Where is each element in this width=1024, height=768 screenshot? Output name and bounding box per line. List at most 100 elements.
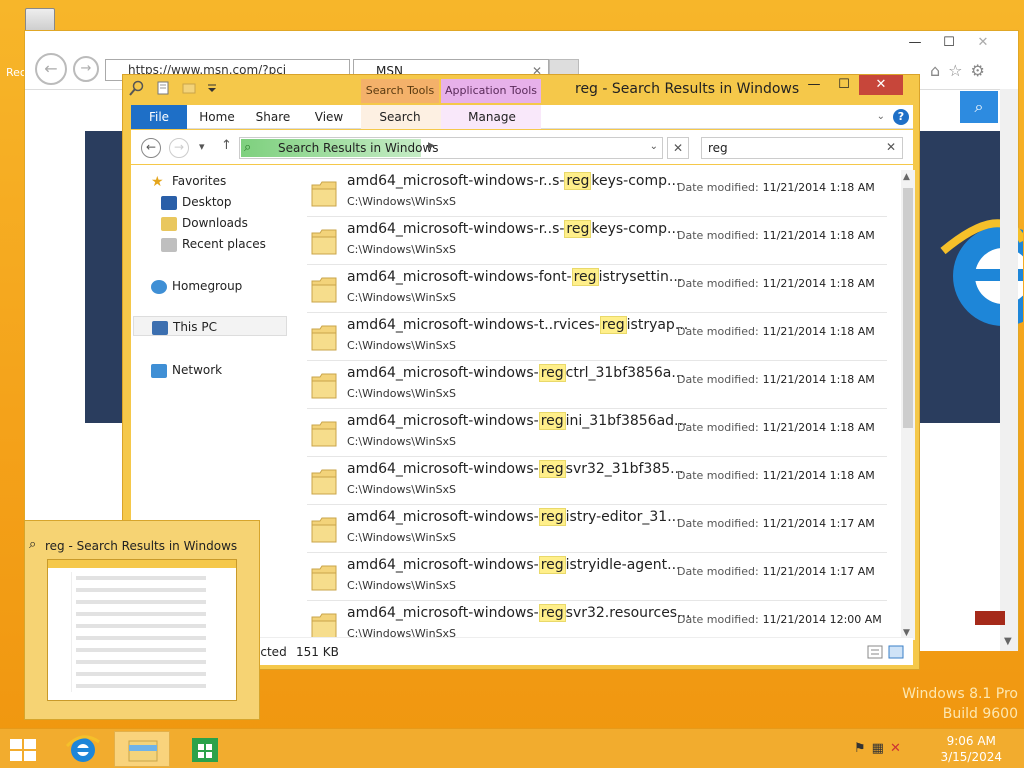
volume-muted-icon[interactable]: ✕ [890, 741, 907, 756]
result-row[interactable]: amd64_microsoft-windows-reg svr32_31bf385… [307, 457, 887, 505]
result-name-match: reg [538, 460, 566, 478]
start-button[interactable] [10, 739, 38, 761]
search-box[interactable]: reg ✕ [701, 137, 903, 159]
explorer-maximize-button[interactable]: ☐ [829, 75, 859, 95]
results-scrollbar[interactable]: ▲ ▼ [901, 170, 915, 640]
system-tray[interactable]: ⚑▦✕ [854, 741, 934, 757]
taskbar-store[interactable] [176, 731, 232, 767]
desktop-icon [161, 195, 177, 210]
result-name: amd64_microsoft-windows-reg ctrl_31bf3856… [347, 364, 685, 382]
thumbnail-line [76, 684, 206, 688]
result-row[interactable]: amd64_microsoft-windows-font-reg istryset… [307, 265, 887, 313]
forward-button[interactable]: → [169, 138, 189, 158]
result-path: C:\Windows\WinSxS [347, 483, 457, 496]
taskbar: ⚑▦✕ 9:06 AM 3/15/2024 [0, 728, 1024, 768]
scrollbar-thumb[interactable] [903, 188, 913, 428]
result-name-suffix: svr32_31bf385... [565, 461, 684, 477]
result-name-match: reg [564, 172, 592, 190]
result-row[interactable]: amd64_microsoft-windows-reg istryidle-age… [307, 553, 887, 601]
ie-page-search-button[interactable]: ⌕ [960, 91, 998, 123]
ie-scrollbar[interactable]: ▼ [1000, 89, 1018, 651]
ie-scroll-down-icon[interactable]: ▼ [1004, 636, 1012, 647]
network-tray-icon[interactable]: ▦ [872, 741, 890, 756]
ie-close-button[interactable]: ✕ [966, 35, 1000, 50]
window-title: reg - Search Results in Windows [575, 81, 800, 97]
network-icon [151, 363, 167, 378]
ie-forward-button[interactable]: → [73, 56, 99, 82]
result-date: Date modified: 11/21/2014 1:18 AM [677, 277, 875, 290]
internet-explorer-icon [65, 735, 100, 762]
nav-homegroup[interactable]: Homegroup [151, 276, 242, 296]
ie-back-button[interactable]: ← [35, 53, 67, 85]
result-path: C:\Windows\WinSxS [347, 339, 457, 352]
result-row[interactable]: amd64_microsoft-windows-r..s-reg keys-com… [307, 169, 887, 217]
back-button[interactable]: ← [141, 138, 161, 158]
result-name-prefix: amd64_microsoft-windows-r..s- [347, 221, 565, 237]
result-name-match: reg [538, 508, 566, 526]
ie-minimize-button[interactable]: — [898, 35, 932, 50]
watermark-build: Build 9600 [942, 706, 1018, 722]
result-name-prefix: amd64_microsoft-windows-font- [347, 269, 572, 285]
status-size: 151 KB [296, 645, 339, 659]
folder-icon [311, 467, 337, 497]
explorer-minimize-button[interactable]: — [799, 75, 829, 95]
up-button[interactable]: ↑ [221, 138, 232, 153]
ie-maximize-button[interactable]: ☐ [932, 35, 966, 50]
thumbnail-line [76, 612, 206, 616]
recent-locations-chevron-icon[interactable]: ▾ [199, 140, 205, 153]
clock-date: 3/15/2024 [940, 750, 1002, 764]
thumbnail-title-strip [48, 560, 236, 568]
result-row[interactable]: amd64_microsoft-windows-r..s-reg keys-com… [307, 217, 887, 265]
result-name-prefix: amd64_microsoft-windows- [347, 461, 539, 477]
tab-share[interactable]: Share [247, 105, 299, 129]
nav-favorites[interactable]: ★ Favorites [151, 171, 226, 191]
tab-file[interactable]: File [131, 105, 187, 129]
result-row[interactable]: amd64_microsoft-windows-reg ini_31bf3856a… [307, 409, 887, 457]
tab-search[interactable]: Search [365, 105, 435, 129]
taskbar-file-explorer[interactable] [114, 731, 170, 767]
taskbar-internet-explorer[interactable] [54, 731, 110, 767]
ribbon-expand-chevron-icon[interactable]: ⌄ [877, 105, 885, 129]
new-folder-icon[interactable] [181, 80, 197, 96]
nav-network[interactable]: Network [151, 360, 222, 380]
result-date: Date modified: 11/21/2014 1:17 AM [677, 565, 875, 578]
result-date-label: Date modified: [677, 229, 759, 242]
result-name-suffix: istryidle-agent... [565, 557, 681, 573]
result-date-value: 11/21/2014 12:00 AM [762, 613, 882, 626]
nav-recent-places[interactable]: Recent places [161, 234, 266, 254]
scroll-up-icon[interactable]: ▲ [903, 172, 910, 182]
explorer-title-bar[interactable]: Search Tools Application Tools reg - Sea… [123, 75, 919, 103]
result-name: amd64_microsoft-windows-reg ini_31bf3856a… [347, 412, 687, 430]
result-row[interactable]: amd64_microsoft-windows-t..rvices-reg ist… [307, 313, 887, 361]
ie-home-favorites-tools-icons[interactable]: ⌂☆⚙ [930, 61, 1010, 83]
result-row[interactable]: amd64_microsoft-windows-reg istry-editor_… [307, 505, 887, 553]
clock[interactable]: 9:06 AM 3/15/2024 [940, 733, 1002, 765]
recycle-bin-label: Rec [6, 66, 26, 79]
address-bar[interactable]: ⌕ Search Results in Windows ▶ ⌄ [239, 137, 663, 159]
action-center-flag-icon[interactable]: ⚑ [854, 741, 872, 756]
nav-desktop[interactable]: Desktop [161, 192, 232, 212]
taskbar-thumbnail[interactable]: ⌕ reg - Search Results in Windows [24, 520, 260, 720]
result-row[interactable]: amd64_microsoft-windows-reg ctrl_31bf3856… [307, 361, 887, 409]
help-icon[interactable]: ? [893, 109, 909, 125]
clear-search-icon[interactable]: ✕ [886, 140, 896, 154]
tab-manage[interactable]: Manage [457, 105, 527, 129]
explorer-close-button[interactable]: ✕ [859, 75, 903, 95]
nav-this-pc[interactable]: This PC [133, 316, 287, 336]
thumbnail-line [76, 648, 206, 652]
view-toggle-icons[interactable] [867, 644, 907, 660]
result-name-match: reg [538, 556, 566, 574]
address-dropdown-icon[interactable]: ⌄ [650, 141, 658, 152]
thumbnail-line [76, 576, 206, 580]
customize-qat-icon[interactable] [206, 80, 222, 96]
tab-view[interactable]: View [303, 105, 355, 129]
stop-search-button[interactable]: ✕ [667, 137, 689, 159]
nav-downloads[interactable]: Downloads [161, 213, 248, 233]
breadcrumb-chevron-icon[interactable]: ▶ [428, 141, 435, 151]
computer-icon [152, 320, 168, 335]
result-row[interactable]: amd64_microsoft-windows-reg svr32.resourc… [307, 601, 887, 637]
tab-home[interactable]: Home [191, 105, 243, 129]
result-path: C:\Windows\WinSxS [347, 291, 457, 304]
result-date: Date modified: 11/21/2014 1:18 AM [677, 181, 875, 194]
properties-icon[interactable] [155, 80, 171, 96]
